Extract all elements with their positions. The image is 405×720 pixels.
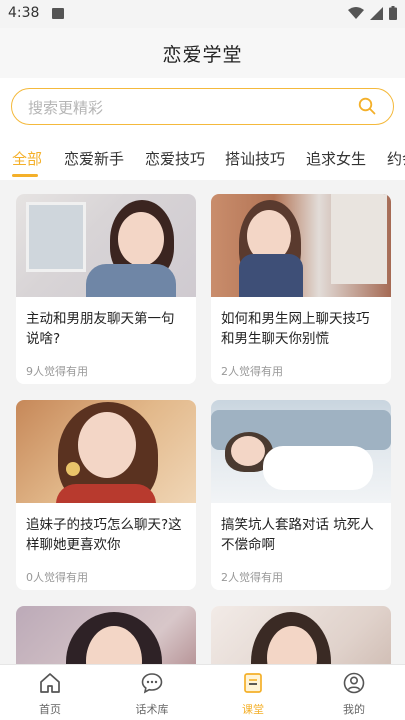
article-thumbnail [211, 606, 391, 664]
wifi-icon [348, 6, 364, 19]
article-thumbnail [16, 400, 196, 503]
tab-all[interactable]: 全部 [12, 148, 42, 169]
useful-count: 9人觉得有用 [26, 365, 88, 378]
status-time: 4:38 [8, 5, 40, 21]
article-card[interactable] [16, 606, 196, 664]
tab-pursue-girls[interactable]: 追求女生 [306, 148, 366, 169]
article-card[interactable]: 追妹子的技巧怎么聊天?这样聊她更喜欢你 0人觉得有用 [16, 400, 196, 590]
nav-home-label: 首页 [39, 703, 61, 716]
tab-dating[interactable]: 约会 [387, 148, 405, 169]
useful-count: 2人觉得有用 [221, 571, 283, 584]
article-thumbnail [211, 194, 391, 297]
article-grid: 主动和男朋友聊天第一句说啥? 9人觉得有用 如何和男生网上聊天技巧和男生聊天你别… [0, 180, 405, 664]
nav-home[interactable]: 首页 [20, 671, 80, 717]
tab-pickup-skills[interactable]: 搭讪技巧 [225, 148, 285, 169]
home-icon [40, 673, 60, 693]
chat-bubble-icon [141, 673, 163, 694]
article-title: 如何和男生网上聊天技巧和男生聊天你别慌 [221, 311, 370, 347]
tab-love-skills[interactable]: 恋爱技巧 [145, 148, 205, 169]
useful-count: 0人觉得有用 [26, 571, 88, 584]
nav-classroom-label: 课堂 [242, 703, 264, 716]
profile-icon [343, 672, 365, 694]
article-thumbnail [16, 606, 196, 664]
category-tabs: 全部 恋爱新手 恋爱技巧 搭讪技巧 追求女生 约会 [0, 140, 405, 180]
article-title: 追妹子的技巧怎么聊天?这样聊她更喜欢你 [26, 517, 182, 553]
article-title: 主动和男朋友聊天第一句说啥? [26, 311, 175, 347]
status-icons [348, 6, 397, 20]
title-bar: 恋爱学堂 [0, 28, 405, 78]
search-icon[interactable] [358, 97, 376, 115]
article-card[interactable]: 搞笑坑人套路对话 坑死人不偿命啊 2人觉得有用 [211, 400, 391, 590]
active-tab-indicator [12, 174, 38, 177]
nav-profile-label: 我的 [343, 703, 365, 716]
search-input[interactable]: 搜索更精彩 [11, 88, 394, 125]
tab-love-beginner[interactable]: 恋爱新手 [64, 148, 124, 169]
search-placeholder: 搜索更精彩 [28, 99, 104, 117]
nav-classroom[interactable]: 课堂 [223, 671, 283, 717]
useful-count: 2人觉得有用 [221, 365, 283, 378]
page-title: 恋爱学堂 [162, 43, 243, 66]
signal-icon [370, 6, 383, 20]
bottom-nav: 首页 话术库 课堂 我的 [0, 664, 405, 720]
nav-scripts[interactable]: 话术库 [122, 671, 182, 717]
image-notification-icon [52, 8, 64, 19]
classroom-icon [244, 673, 262, 693]
article-thumbnail [211, 400, 391, 503]
status-bar: 4:38 [0, 0, 405, 28]
article-card[interactable]: 如何和男生网上聊天技巧和男生聊天你别慌 2人觉得有用 [211, 194, 391, 384]
nav-scripts-label: 话术库 [135, 703, 169, 716]
article-title: 搞笑坑人套路对话 坑死人不偿命啊 [221, 517, 374, 553]
article-card[interactable] [211, 606, 391, 664]
battery-icon [389, 6, 397, 20]
article-card[interactable]: 主动和男朋友聊天第一句说啥? 9人觉得有用 [16, 194, 196, 384]
nav-profile[interactable]: 我的 [324, 671, 384, 717]
article-thumbnail [16, 194, 196, 297]
